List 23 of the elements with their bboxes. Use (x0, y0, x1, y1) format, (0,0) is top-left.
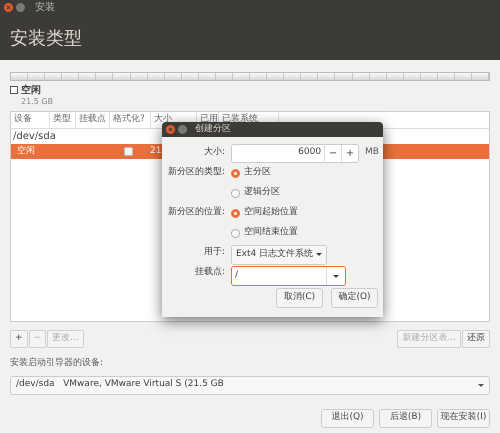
option-label: 空间起始位置 (244, 206, 298, 220)
legend-size: 21.5 GB (21, 97, 54, 107)
legend-label: 空闲 (21, 84, 42, 97)
dialog-title: 创建分区 (195, 125, 231, 134)
unit-label: MB (365, 146, 379, 160)
field-label: 用于: (202, 246, 225, 260)
dropdown-value: /dev/sda VMware, VMware Virtual S (21.5 GB (16, 378, 224, 392)
table-cell-text: 空闲 (16, 144, 36, 158)
page-title: 安装类型 (10, 27, 82, 51)
window-title: 安装 (35, 2, 55, 12)
field-label: 挂载点: (194, 266, 225, 280)
option-label: 空间结束位置 (244, 226, 298, 240)
field-value: 6000 (297, 146, 322, 160)
option-label: 逻辑分区 (244, 186, 280, 200)
field-label: 大小: (202, 146, 225, 160)
dropdown-value: Ext4 日志文件系统 (236, 248, 314, 261)
option-label: 主分区 (244, 166, 271, 180)
field-label: 新分区的位置: (166, 206, 225, 220)
field-label: 新分区的类型: (166, 166, 225, 180)
table-cell-text: 21 (150, 144, 162, 158)
field-value: / (234, 269, 240, 282)
table-cell-text: /dev/sda (12, 130, 56, 144)
bootloader-label: 安装启动引导器的设备: (10, 357, 104, 370)
